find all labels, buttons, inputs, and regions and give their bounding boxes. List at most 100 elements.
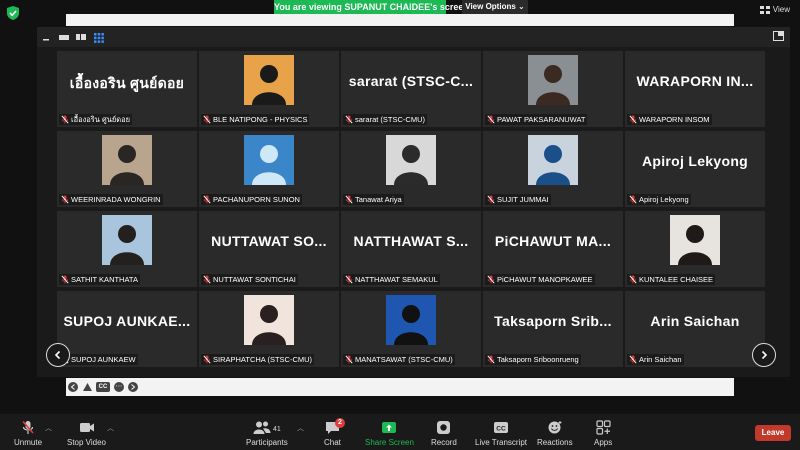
participant-display-name: sararat (STSC-C... (348, 73, 474, 89)
participant-tile[interactable]: Taksaporn Srib... Taksaporn Sriboonrueng (483, 291, 623, 367)
participant-tile[interactable]: SUJIT JUMMAI (483, 131, 623, 207)
participant-video (102, 215, 152, 265)
participant-video (244, 295, 294, 345)
participant-tile[interactable]: SATHIT KANTHATA (57, 211, 197, 287)
participants-button[interactable]: 41 Participants (246, 420, 288, 447)
previous-page-button[interactable] (46, 343, 70, 367)
security-shield-icon[interactable] (6, 5, 20, 21)
screen-more-button[interactable]: ⋯ (114, 382, 124, 392)
participant-name-label: เอื้องอริน ศูนย์ดอย (59, 114, 133, 125)
view-button[interactable]: View (759, 5, 790, 14)
person-silhouette-icon (536, 65, 570, 105)
participant-video (386, 295, 436, 345)
video-options-caret-icon[interactable]: ︿ (107, 423, 114, 433)
mic-muted-icon (487, 275, 495, 284)
participant-tile[interactable]: Arin Saichan Arin Saichan (625, 291, 765, 367)
video-camera-icon (79, 423, 94, 432)
participant-tile[interactable]: MANATSAWAT (STSC-CMU) (341, 291, 481, 367)
stop-video-button[interactable]: Stop Video (67, 420, 106, 447)
participant-name-label: NUTTAWAT SONTICHAI (201, 274, 298, 285)
participant-gallery: เอื้องอริน ศูนย์ดอย เอื้องอริน ศูนย์ดอย BL… (57, 51, 767, 369)
warning-triangle-icon (82, 383, 92, 391)
participant-video (244, 135, 294, 185)
participant-display-name: PiCHAWUT MA... (494, 233, 612, 249)
mic-muted-icon (203, 115, 211, 124)
reactions-label: Reactions (537, 438, 573, 447)
screen-warning-button[interactable] (82, 382, 92, 392)
participant-tile[interactable]: PACHANUPORN SUNON (199, 131, 339, 207)
shared-screen-top-edge (66, 14, 734, 26)
apps-icon (596, 420, 611, 435)
apps-button[interactable]: Apps (594, 420, 612, 447)
mic-muted-icon (345, 115, 353, 124)
participant-tile[interactable]: เอื้องอริน ศูนย์ดอย เอื้องอริน ศูนย์ดอย (57, 51, 197, 127)
reactions-smiley-icon (548, 421, 562, 434)
gallery-grid-icon[interactable] (94, 33, 104, 43)
participant-tile[interactable]: PiCHAWUT MA... PiCHAWUT MANOPKAWEE (483, 211, 623, 287)
participant-tile[interactable]: SIRAPHATCHA (STSC-CMU) (199, 291, 339, 367)
layout-icon-1[interactable] (59, 33, 69, 41)
chat-unread-badge: 2 (335, 418, 345, 428)
audio-options-caret-icon[interactable]: ︿ (45, 423, 52, 433)
participant-tile[interactable]: PAWAT PAKSARANUWAT (483, 51, 623, 127)
unmute-button[interactable]: Unmute (14, 420, 42, 447)
participant-name-label: Apiroj Lekyong (627, 194, 691, 205)
participant-name-text: PAWAT PAKSARANUWAT (497, 115, 586, 124)
mic-muted-icon (203, 355, 211, 364)
mic-muted-icon (629, 275, 637, 284)
arrow-right-icon (131, 384, 136, 390)
closed-caption-icon: CC (494, 422, 509, 433)
participant-name-text: PACHANUPORN SUNON (213, 195, 300, 204)
participant-tile[interactable]: SUPOJ AUNKAE... SUPOJ AUNKAEW (57, 291, 197, 367)
svg-text:CC: CC (496, 426, 506, 433)
participant-name-text: MANATSAWAT (STSC-CMU) (355, 355, 453, 364)
participant-tile[interactable]: NUTTAWAT SO... NUTTAWAT SONTICHAI (199, 211, 339, 287)
view-options-button[interactable]: View Options ⌄ (462, 0, 528, 14)
participant-name-text: SUJIT JUMMAI (497, 195, 549, 204)
participant-tile[interactable]: KUNTALEE CHAISEE (625, 211, 765, 287)
participants-caret-icon[interactable]: ︿ (297, 423, 304, 433)
screen-forward-button[interactable] (128, 382, 138, 392)
participant-name-label: SATHIT KANTHATA (59, 274, 140, 285)
participant-video (670, 215, 720, 265)
screen-cc-button[interactable]: CC (96, 382, 110, 392)
chat-label: Chat (324, 438, 341, 447)
view-grid-icon (759, 5, 770, 14)
participant-video (528, 55, 578, 105)
person-silhouette-icon (678, 225, 712, 265)
meeting-controls-bar: Unmute ︿ Stop Video ︿ 41 Participants ︿ (0, 414, 800, 450)
participant-tile[interactable]: WEERINRADA WONGRIN (57, 131, 197, 207)
person-silhouette-icon (110, 145, 144, 185)
exit-fullscreen-icon[interactable] (773, 31, 784, 41)
participant-tile[interactable]: BLE NATIPONG - PHYSICS (199, 51, 339, 127)
next-page-button[interactable] (752, 343, 776, 367)
record-button[interactable]: Record (431, 420, 457, 447)
layout-icon-2[interactable] (76, 33, 86, 41)
live-transcript-button[interactable]: CC Live Transcript (475, 420, 527, 447)
participant-tile[interactable]: Tanawat Ariya (341, 131, 481, 207)
mic-muted-icon (61, 195, 69, 204)
leave-meeting-button[interactable]: Leave (755, 425, 791, 441)
participant-name-text: SATHIT KANTHATA (71, 275, 138, 284)
mic-muted-icon (629, 195, 637, 204)
reactions-button[interactable]: Reactions (537, 420, 573, 447)
person-silhouette-icon (110, 225, 144, 265)
chevron-right-icon (761, 350, 768, 360)
participant-name-text: Apiroj Lekyong (639, 195, 689, 204)
participant-tile[interactable]: sararat (STSC-C... sararat (STSC-CMU) (341, 51, 481, 127)
zoom-meeting-window: You are viewing SUPANUT CHAIDEE's screen… (0, 0, 800, 450)
participant-display-name: เอื้องอริน ศูนย์ดอย (69, 75, 185, 91)
screen-back-button[interactable] (68, 382, 78, 392)
minimize-icon[interactable] (42, 33, 50, 41)
share-screen-button[interactable]: Share Screen (365, 420, 414, 447)
participant-name-text: NATTHAWAT SEMAKUL (355, 275, 438, 284)
participant-name-label: PiCHAWUT MANOPKAWEE (485, 274, 595, 285)
participant-tile[interactable]: WARAPORN IN... WARAPORN INSOM (625, 51, 765, 127)
participant-display-name: NUTTAWAT SO... (211, 233, 327, 249)
participant-tile[interactable]: NATTHAWAT S... NATTHAWAT SEMAKUL (341, 211, 481, 287)
live-transcript-label: Live Transcript (475, 438, 528, 447)
person-silhouette-icon (252, 305, 286, 345)
participant-display-name: Taksaporn Srib... (494, 313, 612, 329)
mic-muted-icon (345, 355, 353, 364)
participant-tile[interactable]: Apiroj Lekyong Apiroj Lekyong (625, 131, 765, 207)
